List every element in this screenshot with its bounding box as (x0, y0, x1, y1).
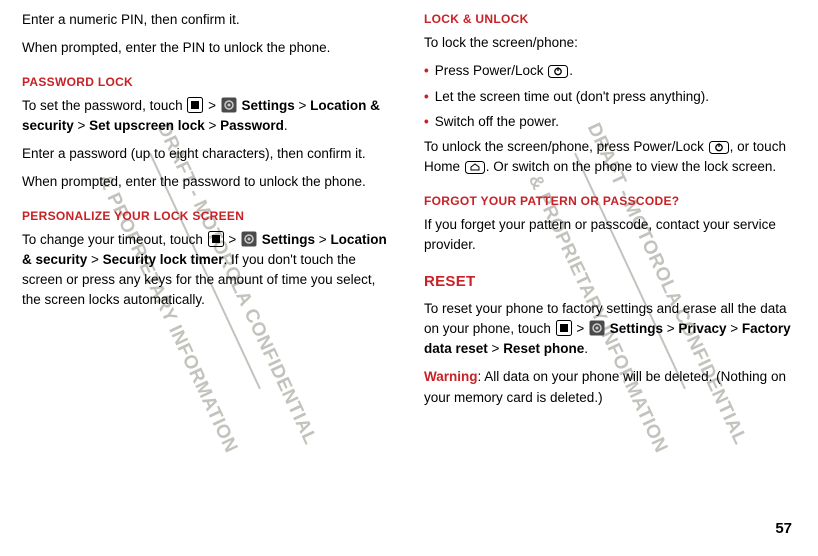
right-column: Lock & unlock To lock the screen/phone: … (424, 10, 796, 416)
reset-p1: To reset your phone to factory settings … (424, 299, 796, 360)
intro-text-1: Enter a numeric PIN, then confirm it. (22, 10, 394, 30)
settings-gear-icon (589, 320, 605, 336)
bullet-item-3: • Switch off the power. (424, 112, 796, 132)
heading-password-lock: Password lock (22, 73, 394, 91)
menu-icon (556, 320, 572, 336)
bullet-item-1: • Press Power/Lock . (424, 61, 796, 81)
lock-unlock-p2: To unlock the screen/phone, press Power/… (424, 137, 796, 178)
personalize-p1: To change your timeout, touch > Settings… (22, 230, 394, 311)
heading-personalize: Personalize your lock screen (22, 207, 394, 225)
power-icon (709, 141, 729, 154)
settings-gear-icon (241, 231, 257, 247)
lock-unlock-intro: To lock the screen/phone: (424, 33, 796, 53)
heading-lock-unlock: Lock & unlock (424, 10, 796, 28)
bullet-icon: • (424, 112, 429, 132)
page-content: Enter a numeric PIN, then confirm it. Wh… (0, 0, 818, 438)
power-icon (548, 65, 568, 78)
reset-warning: Warning: All data on your phone will be … (424, 367, 796, 408)
bullet-item-2: • Let the screen time out (don't press a… (424, 87, 796, 107)
bullet-icon: • (424, 61, 429, 81)
home-icon (465, 161, 485, 174)
heading-forgot: Forgot your pattern or passcode? (424, 192, 796, 210)
intro-text-2: When prompted, enter the PIN to unlock t… (22, 38, 394, 58)
page-number: 57 (775, 518, 792, 541)
left-column: Enter a numeric PIN, then confirm it. Wh… (22, 10, 394, 416)
settings-gear-icon (221, 97, 237, 113)
forgot-p1: If you forget your pattern or passcode, … (424, 215, 796, 256)
password-lock-p1: To set the password, touch > Settings > … (22, 96, 394, 137)
password-lock-p2: Enter a password (up to eight characters… (22, 144, 394, 164)
password-lock-p3: When prompted, enter the password to unl… (22, 172, 394, 192)
menu-icon (208, 231, 224, 247)
heading-reset: Reset (424, 271, 796, 294)
menu-icon (187, 97, 203, 113)
bullet-icon: • (424, 87, 429, 107)
